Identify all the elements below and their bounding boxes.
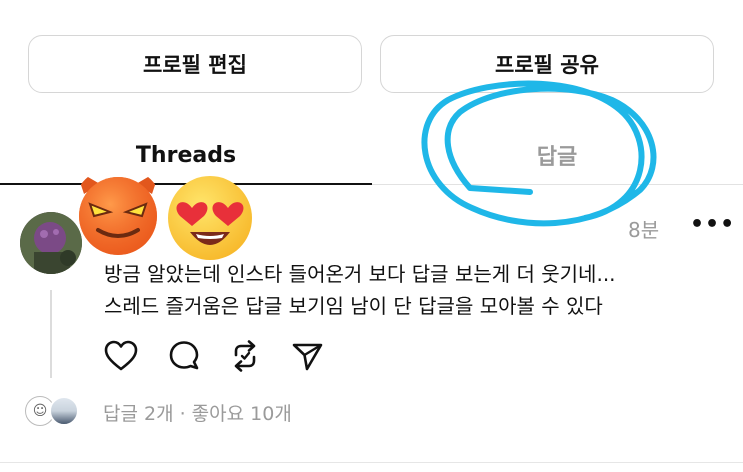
smiling-devil-emoji [76, 170, 160, 255]
more-options-icon[interactable]: ••• [690, 212, 735, 237]
send-icon[interactable] [290, 338, 326, 374]
tab-divider [372, 184, 743, 185]
repost-icon[interactable] [227, 338, 263, 374]
tab-threads[interactable]: Threads [0, 130, 372, 180]
post-stats[interactable]: 답글 2개 · 좋아요 10개 [103, 399, 292, 426]
post-divider [0, 462, 743, 463]
share-profile-button[interactable]: 프로필 공유 [380, 35, 714, 93]
edit-profile-button[interactable]: 프로필 편집 [28, 35, 362, 93]
replier-avatar [49, 396, 79, 426]
heart-eyes-emoji [168, 176, 252, 260]
tab-replies[interactable]: 답글 [371, 130, 743, 180]
post-text-line: 방금 알았는데 인스타 들어온거 보다 답글 보는게 더 웃기네... [104, 262, 616, 286]
heart-icon[interactable] [103, 338, 139, 374]
post-text-line: 스레드 즐거움은 답글 보기임 남이 단 답글을 모아볼 수 있다 [104, 294, 603, 318]
comment-icon[interactable] [166, 338, 202, 374]
thread-connector-line [50, 290, 52, 378]
post-timestamp: 8분 [628, 218, 660, 242]
